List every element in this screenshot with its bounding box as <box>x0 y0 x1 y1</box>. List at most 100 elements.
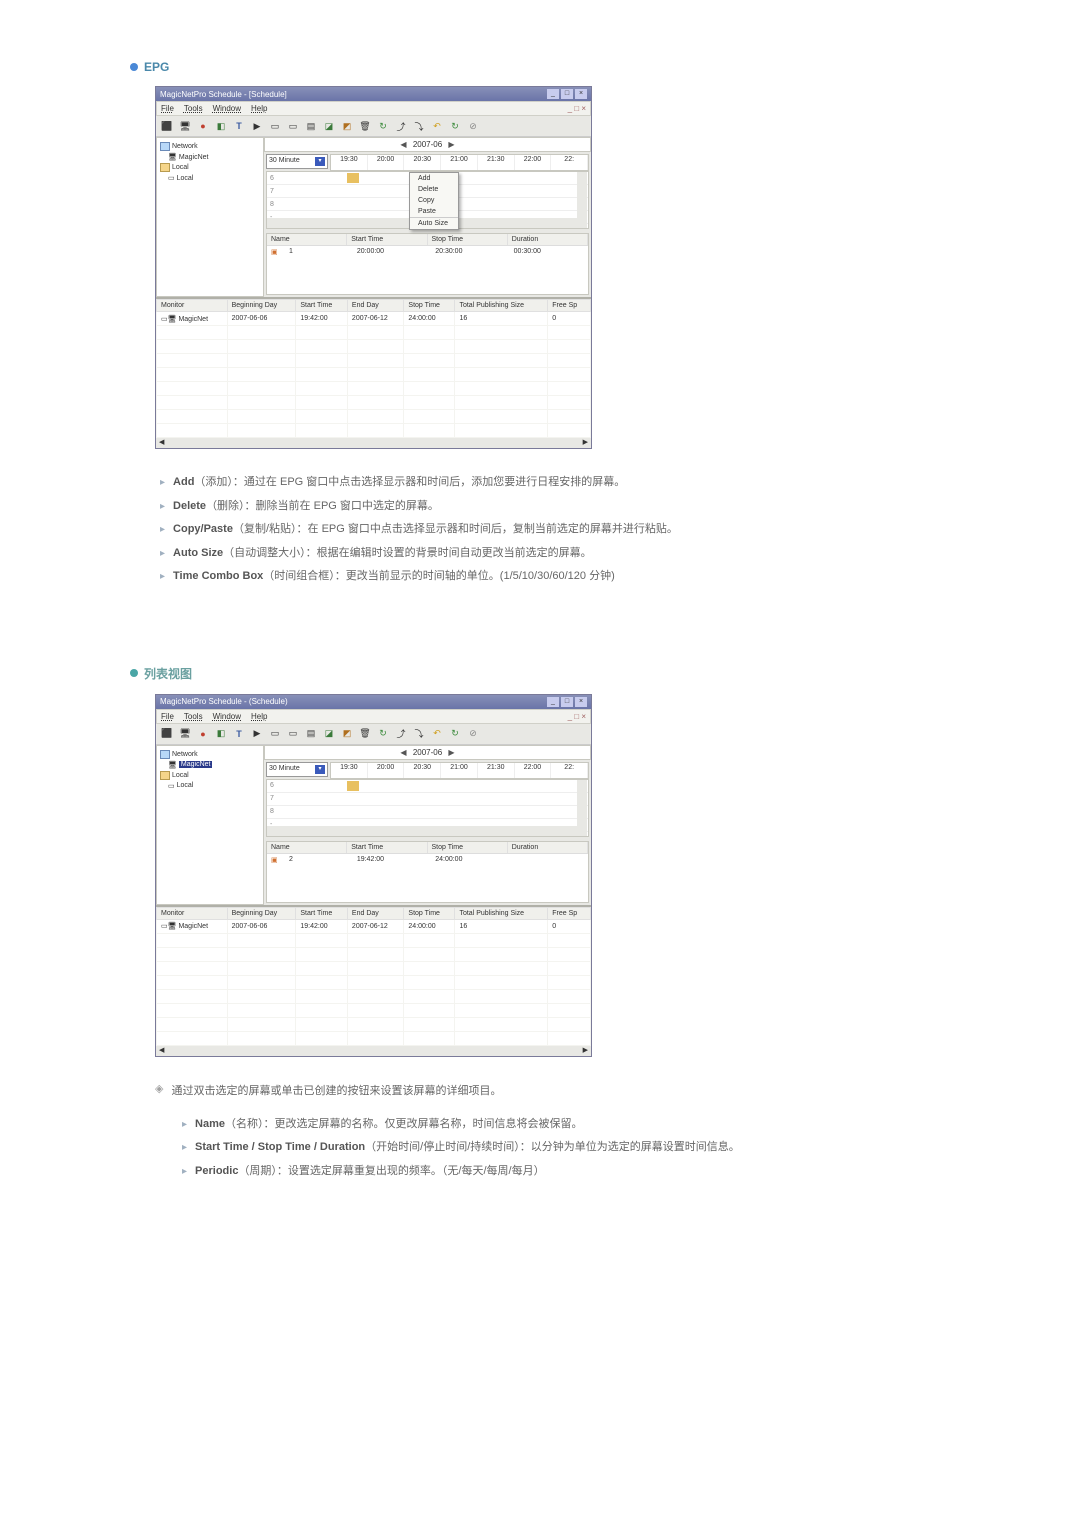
tool-icon[interactable]: ↶ <box>430 119 444 133</box>
tool-icon[interactable]: ⬛ <box>160 119 174 133</box>
tool-icon[interactable]: ● <box>196 119 210 133</box>
tool-icon[interactable]: ⤴ <box>394 119 408 133</box>
note-bullet-icon: ◈ <box>155 1082 163 1098</box>
ctx-paste[interactable]: Paste <box>410 206 458 217</box>
prev-arrow[interactable]: ◀ <box>396 140 410 149</box>
menu-tools[interactable]: Tools <box>184 104 203 113</box>
tool-icon[interactable]: ▭ <box>286 727 300 741</box>
schedule-block[interactable] <box>347 173 359 183</box>
maximize-button[interactable]: □ <box>561 89 573 99</box>
ctx-delete[interactable]: Delete <box>410 184 458 195</box>
date-label: 2007-06 <box>413 748 442 757</box>
close-button[interactable]: × <box>575 89 587 99</box>
menu-file[interactable]: File <box>161 104 174 113</box>
tool-icon[interactable]: 🖥 <box>178 727 192 741</box>
bottom-row[interactable]: ▭🖥 MagicNet 2007-06-06 19:42:00 2007-06-… <box>157 312 591 326</box>
tool-icon[interactable]: ◩ <box>340 119 354 133</box>
tree-node-magicnet[interactable]: 🖥 MagicNet <box>160 152 260 162</box>
tool-icon[interactable]: ◩ <box>340 727 354 741</box>
tool-icon[interactable]: ▶ <box>250 119 264 133</box>
menu-help[interactable]: Help <box>251 712 267 721</box>
date-nav: ◀ 2007-06 ▶ <box>264 137 591 152</box>
mdi-buttons[interactable]: _ □ × <box>568 712 586 721</box>
tree-node-local[interactable]: Local <box>160 162 260 173</box>
mdi-buttons[interactable]: _ □ × <box>568 104 586 113</box>
network-icon <box>160 750 170 759</box>
tool-icon[interactable]: ↻ <box>448 727 462 741</box>
bottom-panel: Monitor Beginning Day Start Time End Day… <box>156 297 591 448</box>
pointer-icon: ▸ <box>182 1163 187 1180</box>
tool-text-icon[interactable]: T <box>232 119 246 133</box>
tool-icon[interactable]: ◪ <box>322 727 336 741</box>
tool-icon[interactable]: ⊘ <box>466 727 480 741</box>
tree-panel: Network 🖥 MagicNet Local ▭ Local <box>156 745 264 905</box>
tool-icon[interactable]: ⤵ <box>412 119 426 133</box>
time-unit-select[interactable]: 30 Minute ▾ <box>266 154 328 169</box>
tool-icon[interactable]: ↻ <box>448 119 462 133</box>
tree-node-local-child[interactable]: ▭ Local <box>160 781 260 791</box>
tree-node-local-child[interactable]: ▭ Local <box>160 173 260 183</box>
ctx-copy[interactable]: Copy <box>410 195 458 206</box>
context-menu: Add Delete Copy Paste Auto Size <box>409 172 459 230</box>
bottom-row[interactable]: ▭🖥 MagicNet 2007-06-06 19:42:00 2007-06-… <box>157 919 591 933</box>
tree-node-network[interactable]: Network <box>160 749 260 760</box>
tool-icon[interactable]: 🗑 <box>358 727 372 741</box>
window-title: MagicNetPro Schedule - [Schedule] <box>160 90 287 99</box>
tool-icon[interactable]: ◪ <box>322 119 336 133</box>
menu-window[interactable]: Window <box>213 104 241 113</box>
tree-node-magicnet[interactable]: 🖥 MagicNet <box>160 760 260 770</box>
listview-note: ◈ 通过双击选定的屏幕或单击已创建的按钮来设置该屏幕的详细项目。 <box>155 1082 950 1098</box>
tool-icon[interactable]: ▭ <box>268 727 282 741</box>
tool-icon[interactable]: ● <box>196 727 210 741</box>
tool-icon[interactable]: ◧ <box>214 727 228 741</box>
tool-icon[interactable]: ↻ <box>376 119 390 133</box>
next-arrow[interactable]: ▶ <box>444 748 458 757</box>
tool-icon[interactable]: ▶ <box>250 727 264 741</box>
h-scroll-left[interactable]: ◀ <box>156 1046 167 1056</box>
menu-window[interactable]: Window <box>213 712 241 721</box>
tool-icon[interactable]: ▭ <box>268 119 282 133</box>
v-scrollbar[interactable] <box>577 172 587 228</box>
menu-file[interactable]: File <box>161 712 174 721</box>
detail-row[interactable]: ▣ 2 19:42:00 24:00:00 <box>267 854 588 866</box>
schedule-block[interactable] <box>347 781 359 791</box>
minimize-button[interactable]: _ <box>547 697 559 707</box>
tool-icon[interactable]: ▭ <box>286 119 300 133</box>
tool-icon[interactable]: ⊘ <box>466 119 480 133</box>
tool-icon[interactable]: ◧ <box>214 119 228 133</box>
h-scroll-right[interactable]: ▶ <box>580 438 591 448</box>
time-ruler: 19:30 20:00 20:30 21:00 21:30 22:00 22: <box>330 762 589 779</box>
h-scrollbar[interactable] <box>267 826 578 836</box>
tool-icon[interactable]: ⤵ <box>412 727 426 741</box>
section-heading-epg: EPG <box>130 60 950 74</box>
time-unit-select[interactable]: 30 Minute ▾ <box>266 762 328 777</box>
h-scroll-left[interactable]: ◀ <box>156 438 167 448</box>
tool-icon[interactable]: 🖥 <box>178 119 192 133</box>
tool-icon[interactable]: 🗑 <box>358 119 372 133</box>
menu-help[interactable]: Help <box>251 104 267 113</box>
menu-tools[interactable]: Tools <box>184 712 203 721</box>
tool-text-icon[interactable]: T <box>232 727 246 741</box>
h-scroll-right[interactable]: ▶ <box>580 1046 591 1056</box>
monitor-icon: ▭🖥 <box>161 923 178 930</box>
next-arrow[interactable]: ▶ <box>444 140 458 149</box>
timeline-grid[interactable]: 6 7 8 - <box>266 779 589 837</box>
detail-row[interactable]: ▣ 1 20:00:00 20:30:00 00:30:00 <box>267 246 588 258</box>
close-button[interactable]: × <box>575 697 587 707</box>
tool-icon[interactable]: ⬛ <box>160 727 174 741</box>
tool-icon[interactable]: ↶ <box>430 727 444 741</box>
tree-node-network[interactable]: Network <box>160 141 260 152</box>
ctx-add[interactable]: Add <box>410 173 458 184</box>
tool-icon[interactable]: ⤴ <box>394 727 408 741</box>
minimize-button[interactable]: _ <box>547 89 559 99</box>
menubar: File Tools Window Help _ □ × <box>156 709 591 724</box>
tool-icon[interactable]: ↻ <box>376 727 390 741</box>
tool-icon[interactable]: ▤ <box>304 119 318 133</box>
tree-node-local[interactable]: Local <box>160 770 260 781</box>
tool-icon[interactable]: ▤ <box>304 727 318 741</box>
ctx-autosize[interactable]: Auto Size <box>410 217 458 229</box>
v-scrollbar[interactable] <box>577 780 587 836</box>
pointer-icon: ▸ <box>182 1139 187 1156</box>
maximize-button[interactable]: □ <box>561 697 573 707</box>
prev-arrow[interactable]: ◀ <box>396 748 410 757</box>
